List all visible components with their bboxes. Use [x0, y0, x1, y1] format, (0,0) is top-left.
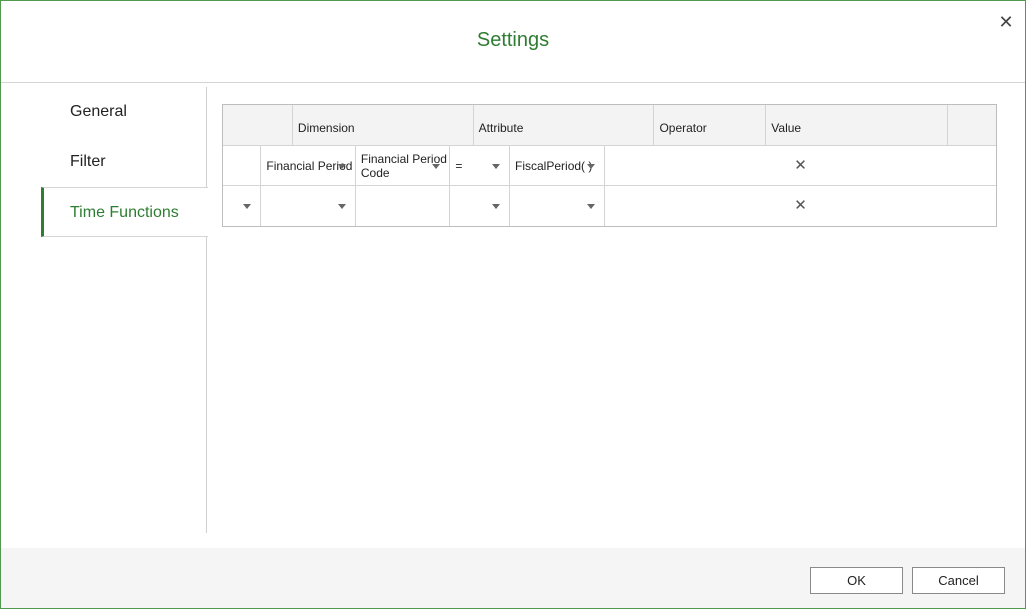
chevron-down-icon[interactable] — [492, 163, 501, 169]
close-icon[interactable]: ✕ — [995, 11, 1017, 33]
header-cell-selector — [223, 105, 293, 145]
delete-row-icon[interactable]: ✕ — [605, 146, 996, 185]
value-value: FiscalPeriod( ) — [515, 158, 593, 173]
chevron-down-icon[interactable] — [492, 204, 501, 209]
attribute-dropdown[interactable]: Financial Period Code — [356, 146, 451, 185]
ok-button[interactable]: OK — [810, 567, 903, 594]
settings-dialog: Settings ✕ General Filter Time Functions… — [0, 0, 1026, 609]
sidebar-item-general[interactable]: General — [41, 87, 207, 137]
title-bar: Settings ✕ — [1, 1, 1025, 83]
operator-value: = — [455, 158, 463, 173]
row-selector-cell[interactable] — [223, 146, 262, 185]
chevron-down-icon[interactable] — [587, 204, 596, 209]
dialog-footer: OK Cancel — [1, 548, 1025, 608]
header-cell-dimension: Dimension — [293, 105, 474, 145]
sidebar-item-time-functions[interactable]: Time Functions — [41, 187, 208, 237]
dialog-title: Settings — [476, 29, 550, 51]
table-row: ✕ — [223, 186, 996, 226]
value-dropdown[interactable]: FiscalPeriod( ) — [510, 146, 606, 185]
header-cell-actions — [948, 105, 996, 145]
value-dropdown[interactable] — [510, 186, 606, 226]
chevron-down-icon[interactable] — [432, 163, 441, 169]
attribute-cell[interactable] — [356, 186, 451, 226]
operator-dropdown[interactable] — [450, 186, 511, 226]
header-cell-value: Value — [766, 105, 949, 145]
grid-header-row: Dimension Attribute Operator Value — [223, 105, 996, 146]
sidebar-item-filter[interactable]: Filter — [41, 137, 207, 187]
header-cell-attribute: Attribute — [474, 105, 655, 145]
chevron-down-icon[interactable] — [243, 204, 252, 209]
chevron-down-icon[interactable] — [337, 163, 346, 169]
dimension-dropdown[interactable]: Financial Period — [261, 146, 356, 185]
cancel-button[interactable]: Cancel — [912, 567, 1005, 594]
dimension-dropdown[interactable] — [261, 186, 356, 226]
chevron-down-icon[interactable] — [587, 163, 596, 169]
delete-row-icon[interactable]: ✕ — [605, 186, 996, 226]
chevron-down-icon[interactable] — [337, 204, 346, 209]
time-functions-grid: Dimension Attribute Operator Value Finan… — [222, 104, 997, 227]
table-row: Financial Period Financial Period Code =… — [223, 146, 996, 186]
row-selector-dropdown[interactable] — [223, 186, 262, 226]
settings-sidebar: General Filter Time Functions — [41, 87, 208, 533]
header-cell-operator: Operator — [654, 105, 767, 145]
operator-dropdown[interactable]: = — [450, 146, 511, 185]
